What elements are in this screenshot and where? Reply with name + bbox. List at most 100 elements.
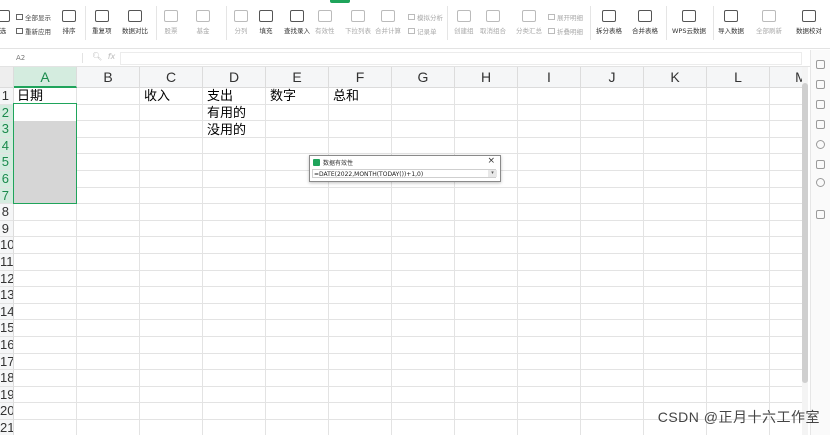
stock-button[interactable]: 股票 (164, 10, 178, 35)
find-entry-button[interactable]: 查找录入 (284, 10, 310, 35)
validity-button[interactable]: 有效性 (315, 10, 335, 35)
row-header-11[interactable]: 11 (0, 254, 14, 271)
spreadsheet-grid[interactable]: ABCDEFGHIJKLM 1 2 3 4 5 6 7 8 9 10 11 12 13 14 15 16 17 1… (0, 67, 806, 435)
split-column-button[interactable]: 分列 (234, 10, 248, 35)
row-header-5[interactable]: 5 (0, 154, 14, 171)
row-header-4[interactable]: 4 (0, 137, 14, 155)
record-sheet-button[interactable]: 记录单 (408, 26, 437, 36)
panel-image-icon[interactable] (816, 160, 825, 169)
row-header-21[interactable]: 21 (0, 420, 14, 435)
wps-cloud-icon (681, 10, 696, 22)
validity-icon (317, 10, 332, 22)
row-header-20[interactable]: 20 (0, 403, 14, 420)
cell-c1[interactable]: 收入 (144, 89, 170, 105)
cell-d1[interactable]: 支出 (207, 89, 233, 105)
fill-button[interactable]: 填充 (259, 10, 273, 35)
merge-calc-button[interactable]: 合并计算 (375, 10, 401, 35)
row-header-14[interactable]: 14 (0, 303, 14, 321)
fund-button[interactable]: 基金 (196, 10, 210, 35)
merge-sheet-button[interactable]: 合并表格 (632, 10, 658, 35)
column-header-c[interactable]: C (140, 67, 203, 88)
row-header-12[interactable]: 12 (0, 270, 14, 288)
row-header-13[interactable]: 13 (0, 287, 14, 304)
row-header-18[interactable]: 18 (0, 370, 14, 387)
close-icon[interactable]: × (487, 156, 495, 166)
formula-input[interactable] (120, 52, 802, 65)
ungroup-button[interactable]: 取消组合 (480, 10, 506, 35)
column-header-a[interactable]: A (14, 67, 77, 88)
cell-a1[interactable]: 日期 (17, 89, 43, 105)
row-header-17[interactable]: 17 (0, 353, 14, 371)
fx-icon[interactable]: 🔍︎ fx (92, 52, 115, 61)
vertical-scrollbar[interactable] (802, 67, 808, 435)
column-header-f[interactable]: F (329, 67, 392, 88)
row-header-7[interactable]: 7 (0, 187, 14, 205)
column-header-m[interactable]: M (770, 67, 806, 88)
sort-button[interactable]: 排序 (62, 10, 76, 35)
cell-f1[interactable]: 总和 (333, 89, 359, 105)
show-all-button[interactable]: 全部显示 (16, 12, 51, 22)
compare-icon (128, 10, 142, 22)
selection-border (13, 103, 77, 204)
expand-detail-button[interactable]: 展开明细 (548, 12, 583, 22)
cell-d3[interactable]: 没用的 (207, 123, 246, 139)
panel-settings-icon[interactable] (816, 100, 825, 109)
refresh-all-button[interactable]: 全部刷新 (756, 10, 782, 35)
row-header-9[interactable]: 9 (0, 220, 14, 238)
select-all-corner[interactable] (0, 67, 14, 88)
row-header-16[interactable]: 16 (0, 337, 14, 354)
scrollbar-thumb[interactable] (802, 83, 808, 383)
panel-table-icon[interactable] (816, 210, 825, 219)
import-data-button[interactable]: 导入数据 (718, 10, 744, 35)
cell-d2[interactable]: 有用的 (207, 106, 246, 122)
panel-location-icon[interactable] (816, 178, 825, 187)
row-header-1[interactable]: 1 (0, 88, 14, 105)
data-validation-popup: 数据有效性 × =DATE(2022,MONTH(TODAY())+1,0) ▾ (309, 155, 501, 182)
wps-cloud-button[interactable]: WPS云数据 (672, 10, 706, 35)
compare-button[interactable]: 数据对比 (122, 10, 148, 35)
column-header-d[interactable]: D (203, 67, 266, 88)
column-header-g[interactable]: G (392, 67, 455, 88)
column-header-l[interactable]: L (707, 67, 770, 88)
row-header-3[interactable]: 3 (0, 121, 14, 138)
row-header-6[interactable]: 6 (0, 171, 14, 188)
split-sheet-button[interactable]: 拆分表格 (596, 10, 622, 35)
panel-help-icon[interactable] (816, 140, 825, 149)
chevron-down-icon[interactable]: ▾ (488, 170, 497, 177)
subtotal-button[interactable]: 分类汇总 (516, 10, 542, 35)
collapse-detail-button[interactable]: 折叠明细 (548, 26, 583, 36)
row-header-19[interactable]: 19 (0, 386, 14, 404)
validation-formula-input[interactable]: =DATE(2022,MONTH(TODAY())+1,0) (312, 169, 496, 178)
reapply-button[interactable]: 重新应用 (16, 26, 51, 36)
column-header-k[interactable]: K (644, 67, 707, 88)
tab-data[interactable] (330, 0, 350, 3)
panel-select-icon[interactable] (816, 60, 825, 69)
merge-calc-icon (381, 10, 395, 22)
formula-bar: A2 🔍︎ fx (0, 50, 830, 67)
data-proofread-button[interactable]: 数据校对 (796, 10, 822, 35)
column-header-b[interactable]: B (77, 67, 140, 88)
cell-e1[interactable]: 数字 (270, 89, 296, 105)
popup-title: 数据有效性 (323, 160, 354, 167)
subtotal-icon (522, 10, 536, 22)
ribbon-tab-strip (0, 0, 830, 4)
row-header-10[interactable]: 10 (0, 237, 14, 254)
row-header-2[interactable]: 2 (0, 104, 14, 122)
column-header-j[interactable]: J (581, 67, 644, 88)
create-group-button[interactable]: 创建组 (454, 10, 474, 35)
panel-pointer-icon[interactable] (816, 80, 825, 89)
filter-button[interactable]: 选 (0, 10, 10, 35)
row-header-8[interactable]: 8 (0, 204, 14, 221)
column-header-i[interactable]: I (518, 67, 581, 88)
duplicates-button[interactable]: 重复项 (92, 10, 112, 35)
name-box[interactable]: A2 (16, 53, 83, 63)
expand-detail-icon (548, 14, 555, 20)
column-header-e[interactable]: E (266, 67, 329, 88)
panel-layers-icon[interactable] (816, 120, 825, 129)
collapse-detail-icon (548, 28, 555, 34)
column-header-h[interactable]: H (455, 67, 518, 88)
simulation-button[interactable]: 模拟分析 (408, 12, 443, 22)
row-header-15[interactable]: 15 (0, 320, 14, 337)
split-sheet-icon (602, 10, 616, 22)
dropdown-list-button[interactable]: 下拉列表 (345, 10, 371, 35)
